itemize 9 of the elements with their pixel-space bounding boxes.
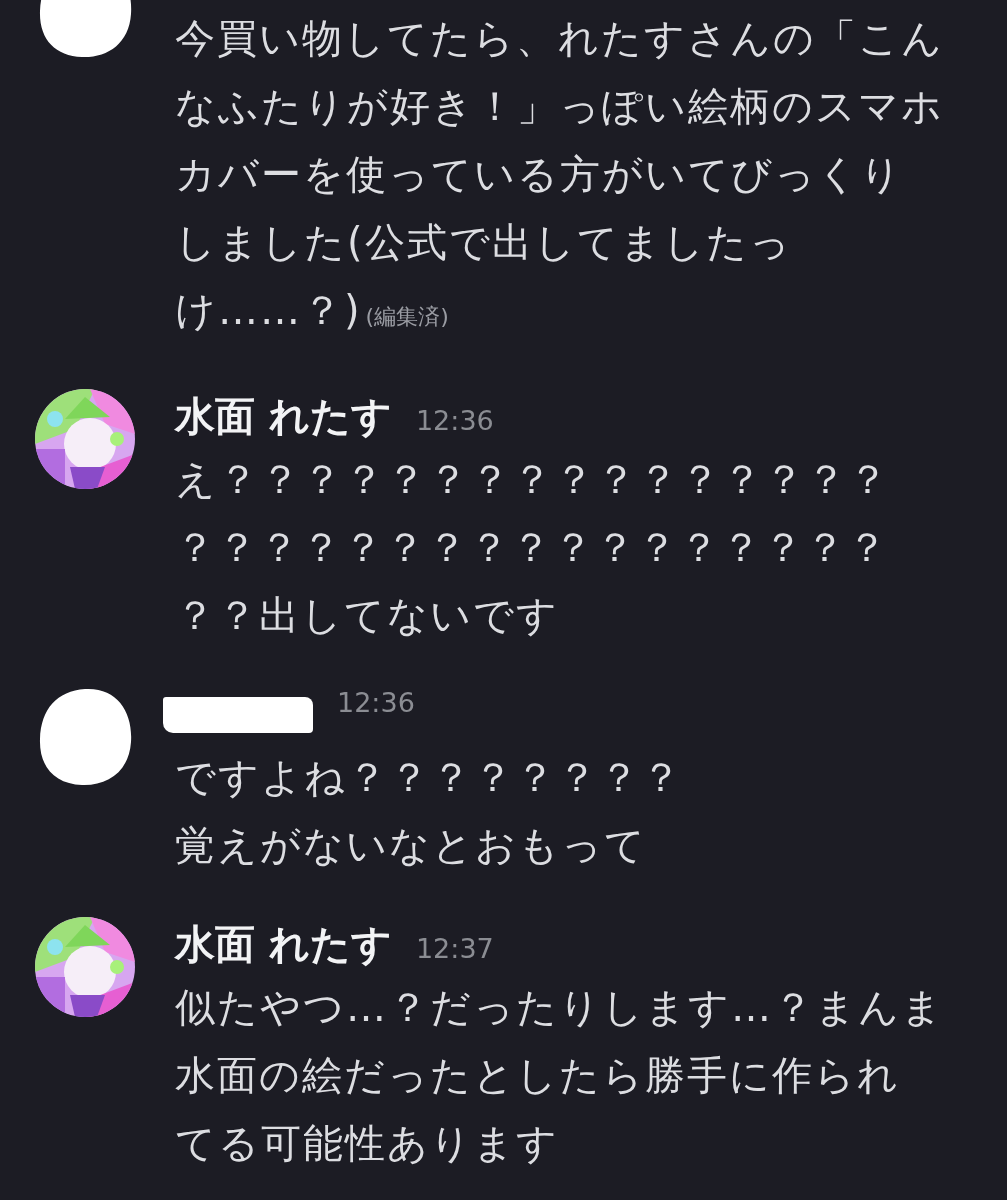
message-text: ですよね？？？？？？？？ 覚えがないなとおもって bbox=[175, 754, 683, 868]
message-text: 今買い物してたら、れたすさんの「こん なふたりが好き！」っぽい絵柄のスマホ カバーを使っている方がいてびっくり しました(公式で出してましたっ け……？)(編集済) bbox=[175, 15, 944, 333]
message-text: え？？？？？？？？？？？？？？？？ ？？？？？？？？？？？？？？？？？ ？？出してないです bbox=[175, 456, 890, 638]
username: 水面 れたす bbox=[175, 920, 392, 969]
timestamp: 12:36 bbox=[337, 687, 415, 718]
username: 水面 れたす bbox=[175, 392, 392, 441]
message-text: 似たやつ…？だったりします…？まんま 水面の絵だったとしたら勝手に作られ てる可能性あります bbox=[175, 984, 944, 1166]
timestamp: 12:36 bbox=[415, 405, 494, 436]
timestamp: 12:37 bbox=[415, 933, 494, 964]
